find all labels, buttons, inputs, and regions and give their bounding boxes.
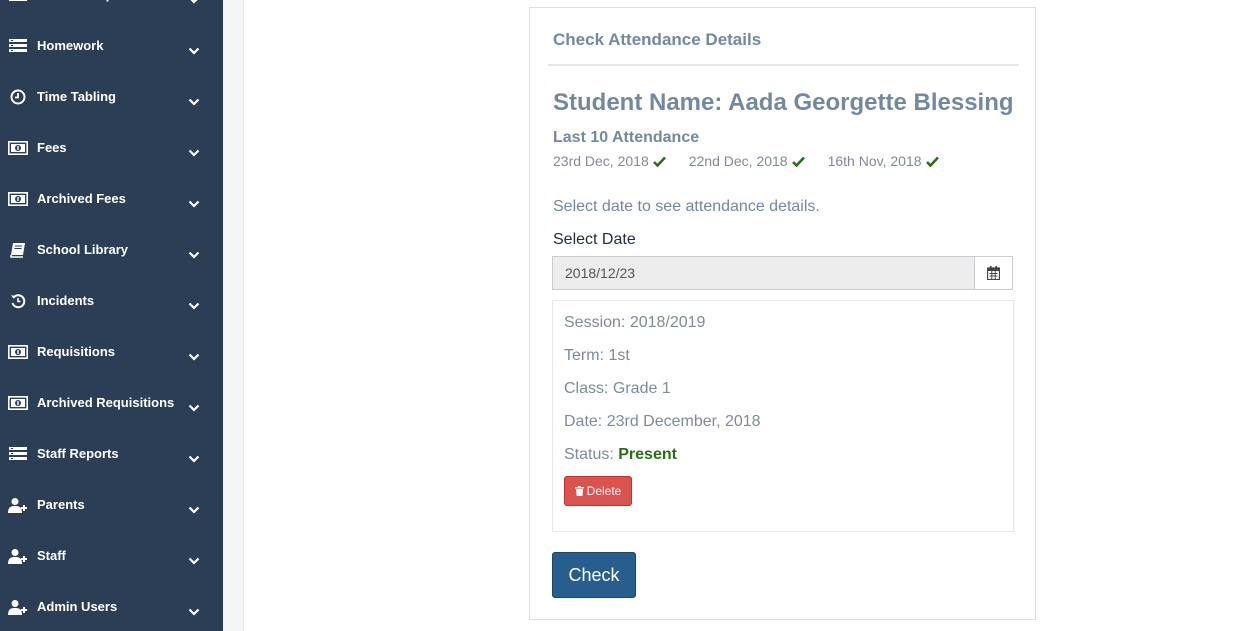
divider — [548, 64, 1019, 66]
chevron-down-icon — [188, 552, 200, 565]
chevron-down-icon — [188, 42, 200, 55]
clock-icon — [8, 89, 28, 105]
sidebar-item-label: Time Tabling — [37, 89, 116, 104]
sidebar: Student Reports Homework Time Tabling Fees A… — [0, 0, 223, 631]
calendar-icon — [987, 266, 1000, 280]
sidebar-item-label: Admin Users — [37, 599, 118, 614]
check-icon — [791, 156, 805, 167]
money-icon — [8, 395, 28, 411]
attendance-date: 16th Nov, 2018 — [827, 153, 922, 169]
user-plus-icon — [8, 599, 28, 615]
check-button[interactable]: Check — [552, 552, 636, 598]
card-title: Check Attendance Details — [553, 30, 762, 49]
sidebar-item-label: Archived Fees — [37, 191, 126, 206]
money-icon — [8, 191, 28, 207]
sidebar-item-archived-requisitions[interactable]: Archived Requisitions — [0, 377, 223, 428]
sidebar-item-label: Archived Requisitions — [37, 395, 175, 410]
sidebar-item-requisitions[interactable]: Requisitions — [0, 326, 223, 377]
status-line: Status: Present — [564, 446, 677, 464]
sidebar-item-admin-users[interactable]: Admin Users — [0, 581, 223, 631]
status-label: Status: — [564, 446, 619, 463]
chevron-down-icon — [188, 93, 200, 106]
sidebar-item-time-tabling[interactable]: Time Tabling — [0, 71, 223, 122]
chevron-down-icon — [188, 603, 200, 616]
trash-icon — [574, 486, 584, 496]
sidebar-item-label: Homework — [37, 38, 104, 53]
date-picker — [552, 256, 1013, 290]
sidebar-item-label: Staff — [37, 548, 66, 563]
term-text: Term: 1st — [564, 347, 630, 364]
calendar-button[interactable] — [974, 256, 1013, 290]
book-icon — [8, 242, 28, 258]
chevron-down-icon — [188, 144, 200, 157]
sidebar-item-fees[interactable]: Fees — [0, 122, 223, 173]
user-plus-icon — [8, 497, 28, 513]
attendance-item: 23rd Dec, 2018 — [553, 153, 666, 169]
sidebar-item-incidents[interactable]: Incidents — [0, 275, 223, 326]
sidebar-item-label: Parents — [37, 497, 85, 512]
hint-text: Select date to see attendance details. — [553, 198, 820, 215]
sidebar-item-label: Student Reports — [37, 0, 138, 2]
check-icon — [925, 156, 939, 167]
money-icon — [8, 344, 28, 360]
delete-button[interactable]: Delete — [564, 476, 632, 506]
chevron-down-icon — [188, 399, 200, 412]
check-icon — [652, 156, 666, 167]
sidebar-item-staff-reports[interactable]: Staff Reports — [0, 428, 223, 479]
student-name: Student Name: Aada Georgette Blessing — [553, 89, 1014, 116]
attendance-date: 23rd Dec, 2018 — [553, 153, 649, 169]
sidebar-item-label: Requisitions — [37, 344, 116, 359]
attendance-list: 23rd Dec, 2018 22nd Dec, 2018 16th Nov, … — [553, 153, 962, 169]
chevron-down-icon — [188, 195, 200, 208]
status-value: Present — [618, 446, 677, 463]
class-text: Class: Grade 1 — [564, 380, 671, 397]
chevron-down-icon — [188, 348, 200, 361]
sidebar-item-parents[interactable]: Parents — [0, 479, 223, 530]
list-icon — [8, 0, 28, 3]
attendance-card: Check Attendance Details Student Name: A… — [529, 7, 1036, 620]
session-text: Session: 2018/2019 — [564, 314, 706, 331]
last-attendance-title: Last 10 Attendance — [553, 129, 700, 146]
delete-label: Delete — [586, 484, 622, 498]
sidebar-item-label: Incidents — [37, 293, 95, 308]
sidebar-item-label: Staff Reports — [37, 446, 119, 461]
sidebar-item-student-reports[interactable]: Student Reports — [0, 0, 223, 20]
date-text: Date: 23rd December, 2018 — [564, 413, 761, 430]
chevron-down-icon — [188, 297, 200, 310]
attendance-item: 22nd Dec, 2018 — [689, 153, 805, 169]
select-date-label: Select Date — [553, 231, 636, 248]
list-icon — [8, 38, 28, 54]
attendance-item: 16th Nov, 2018 — [828, 153, 939, 169]
attendance-date: 22nd Dec, 2018 — [688, 153, 788, 169]
content-gutter — [223, 0, 244, 631]
attendance-details-panel: Session: 2018/2019 Term: 1st Class: Grad… — [552, 300, 1014, 532]
history-icon — [8, 293, 28, 309]
sidebar-item-archived-fees[interactable]: Archived Fees — [0, 173, 223, 224]
chevron-down-icon — [188, 450, 200, 463]
list-icon — [8, 446, 28, 462]
sidebar-item-school-library[interactable]: School Library — [0, 224, 223, 275]
sidebar-item-homework[interactable]: Homework — [0, 20, 223, 71]
chevron-down-icon — [188, 246, 200, 259]
sidebar-item-label: School Library — [37, 242, 129, 257]
sidebar-item-staff[interactable]: Staff — [0, 530, 223, 581]
money-icon — [8, 140, 28, 156]
user-plus-icon — [8, 548, 28, 564]
chevron-down-icon — [188, 501, 200, 514]
sidebar-item-label: Fees — [37, 140, 67, 155]
date-input[interactable] — [552, 256, 974, 290]
